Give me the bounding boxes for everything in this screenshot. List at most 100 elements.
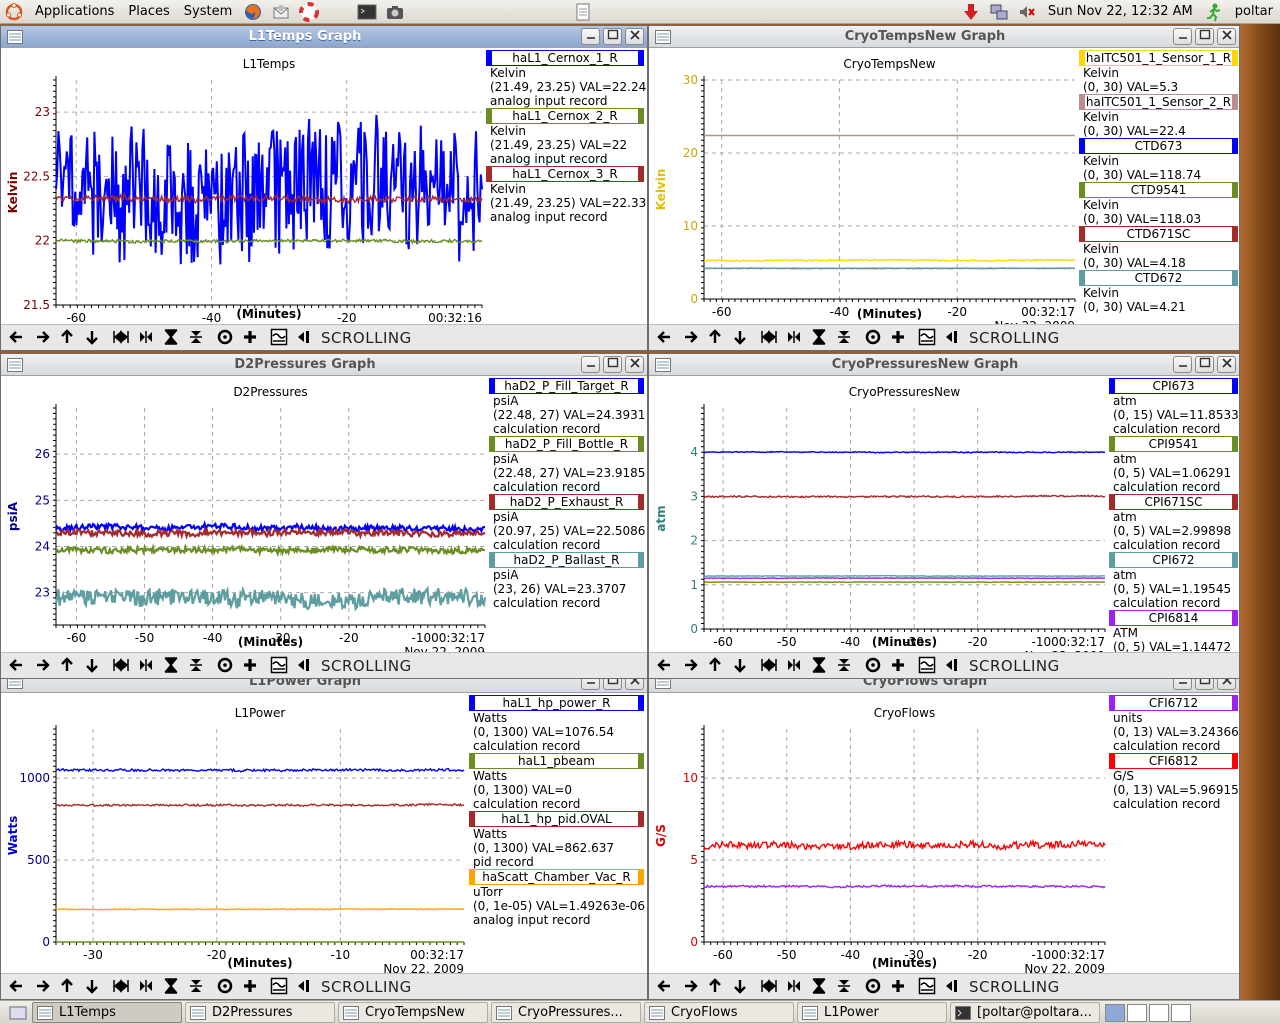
legend-item[interactable]: haL1_pbeam Watts (0, 1300) VAL=0 calculatio…: [469, 753, 644, 811]
maximize-button[interactable]: [1195, 28, 1214, 45]
legend-item[interactable]: haD2_P_Exhaust_R psiA (20.97, 25) VAL=22.5…: [489, 494, 645, 552]
arrow-left-button[interactable]: [653, 655, 676, 678]
maximize-button[interactable]: [603, 356, 622, 373]
user-status-icon[interactable]: [1204, 2, 1224, 22]
pause-scroll-button[interactable]: [940, 327, 963, 350]
arrow-right-button[interactable]: [30, 976, 53, 999]
title-bar[interactable]: L1Temps Graph: [1, 26, 647, 48]
window-menu-icon[interactable]: [655, 29, 671, 44]
plot-mode-button[interactable]: [267, 655, 290, 678]
autoscale-button[interactable]: [213, 327, 236, 350]
zoom-in-x-button[interactable]: [757, 655, 780, 678]
plot-mode-button[interactable]: [915, 976, 938, 999]
arrow-up-button[interactable]: [703, 976, 726, 999]
zoom-in-x-button[interactable]: [109, 327, 132, 350]
window-l1power[interactable]: L1Power Graph 1000 500 0 -30 -20 -10 00:32:17 No…: [0, 670, 648, 1000]
legend-signal-name[interactable]: haScatt_Chamber_Vac_R: [469, 869, 644, 885]
autoscale-button[interactable]: [213, 976, 236, 999]
minimize-button[interactable]: [1173, 28, 1192, 45]
firefox-icon[interactable]: [243, 2, 263, 22]
maximize-button[interactable]: [1195, 356, 1214, 373]
notes-icon[interactable]: [573, 2, 593, 22]
network-icon[interactable]: [989, 2, 1009, 22]
reset-button[interactable]: [886, 976, 909, 999]
legend-signal-name[interactable]: CPI9541: [1109, 436, 1238, 452]
task-terminal[interactable]: [poltar@poltara...: [950, 1002, 1100, 1023]
legend-item[interactable]: haL1_Cernox_3_R Kelvin (21.49, 23.25) VAL=…: [486, 166, 646, 224]
arrow-up-button[interactable]: [703, 327, 726, 350]
legend-signal-name[interactable]: haD2_P_Fill_Bottle_R: [489, 436, 644, 452]
workspace-2[interactable]: [1127, 1003, 1147, 1022]
volume-muted-icon[interactable]: [1017, 2, 1037, 22]
legend-signal-name[interactable]: CTD673: [1079, 138, 1238, 154]
legend-item[interactable]: haScatt_Chamber_Vac_R uTorr (0, 1e-05) VAL…: [469, 869, 645, 927]
legend-signal-name[interactable]: haITC501_1_Sensor_2_R: [1079, 94, 1238, 110]
legend-signal-name[interactable]: haD2_P_Ballast_R: [489, 552, 644, 568]
legend-signal-name[interactable]: haD2_P_Exhaust_R: [489, 494, 644, 510]
zoom-in-y-button[interactable]: [159, 976, 182, 999]
maximize-button[interactable]: [603, 28, 622, 45]
legend-signal-name[interactable]: haD2_P_Fill_Target_R: [489, 378, 644, 394]
show-desktop-icon[interactable]: [8, 1003, 28, 1023]
pause-scroll-button[interactable]: [940, 976, 963, 999]
legend-item[interactable]: CTD672 Kelvin (0, 30) VAL=4.21: [1079, 270, 1238, 314]
pause-scroll-button[interactable]: [292, 327, 315, 350]
legend-item[interactable]: CPI671SC atm (0, 5) VAL=2.99898 calculation…: [1109, 494, 1238, 552]
legend-signal-name[interactable]: haL1_Cernox_2_R: [486, 108, 644, 124]
legend-signal-name[interactable]: CPI6814: [1109, 610, 1238, 626]
task-cryotempsnew[interactable]: CryoTempsNew: [338, 1002, 488, 1023]
close-button[interactable]: [1217, 356, 1236, 373]
window-cryotemps[interactable]: CryoTempsNew Graph 30 20 10 0 -60 -40 -20 00:32:…: [648, 25, 1240, 351]
legend-signal-name[interactable]: haL1_Cernox_3_R: [486, 166, 644, 182]
legend-signal-name[interactable]: CPI673: [1109, 378, 1238, 394]
arrow-left-button[interactable]: [5, 327, 28, 350]
zoom-out-x-button[interactable]: [782, 327, 805, 350]
menu-system[interactable]: System: [177, 0, 239, 24]
plot-mode-button[interactable]: [267, 976, 290, 999]
zoom-out-y-button[interactable]: [832, 976, 855, 999]
pause-scroll-button[interactable]: [940, 655, 963, 678]
arrow-down-button[interactable]: [80, 327, 103, 350]
legend-item[interactable]: haL1_Cernox_1_R Kelvin (21.49, 23.25) VAL=…: [486, 50, 646, 108]
title-bar[interactable]: CryoPressuresNew Graph: [649, 354, 1239, 376]
legend-item[interactable]: CTD671SC Kelvin (0, 30) VAL=4.18: [1079, 226, 1238, 270]
legend-signal-name[interactable]: CPI672: [1109, 552, 1238, 568]
autoscale-button[interactable]: [861, 655, 884, 678]
plot-mode-button[interactable]: [915, 327, 938, 350]
legend-item[interactable]: CTD673 Kelvin (0, 30) VAL=118.74: [1079, 138, 1238, 182]
zoom-in-y-button[interactable]: [807, 655, 830, 678]
arrow-down-button[interactable]: [728, 327, 751, 350]
workspace-3[interactable]: [1149, 1003, 1169, 1022]
reset-button[interactable]: [886, 327, 909, 350]
legend-signal-name[interactable]: haL1_hp_power_R: [469, 695, 644, 711]
autoscale-button[interactable]: [861, 976, 884, 999]
pause-scroll-button[interactable]: [292, 976, 315, 999]
legend-item[interactable]: haL1_hp_pid.OVAL Watts (0, 1300) VAL=862.6…: [469, 811, 644, 869]
zoom-out-y-button[interactable]: [184, 327, 207, 350]
arrow-down-button[interactable]: [80, 976, 103, 999]
zoom-in-y-button[interactable]: [807, 327, 830, 350]
legend-signal-name[interactable]: CPI671SC: [1109, 494, 1238, 510]
arrow-up-button[interactable]: [55, 327, 78, 350]
legend-signal-name[interactable]: CTD9541: [1079, 182, 1238, 198]
zoom-in-x-button[interactable]: [109, 976, 132, 999]
arrow-down-button[interactable]: [80, 655, 103, 678]
reset-button[interactable]: [886, 655, 909, 678]
arrow-left-button[interactable]: [653, 976, 676, 999]
zoom-out-y-button[interactable]: [184, 655, 207, 678]
arrow-right-button[interactable]: [678, 327, 701, 350]
window-menu-icon[interactable]: [7, 29, 23, 44]
window-cryoflows[interactable]: CryoFlows Graph 10 5 0 -60 -50 -40 -30 -20 -1000:…: [648, 670, 1240, 1000]
zoom-in-y-button[interactable]: [159, 327, 182, 350]
zoom-out-y-button[interactable]: [832, 655, 855, 678]
legend-signal-name[interactable]: haITC501_1_Sensor_1_R: [1079, 50, 1238, 66]
zoom-out-x-button[interactable]: [782, 976, 805, 999]
task-cryopressures[interactable]: CryoPressures...: [491, 1002, 641, 1023]
arrow-right-button[interactable]: [678, 655, 701, 678]
screenshot-icon[interactable]: [385, 2, 405, 22]
arrow-right-button[interactable]: [678, 976, 701, 999]
task-l1power[interactable]: L1Power: [797, 1002, 947, 1023]
window-l1temps[interactable]: L1Temps Graph 23 22.5 22 21.5 -60 -40 -20 00:32:…: [0, 25, 648, 351]
zoom-out-y-button[interactable]: [832, 327, 855, 350]
zoom-in-x-button[interactable]: [757, 327, 780, 350]
